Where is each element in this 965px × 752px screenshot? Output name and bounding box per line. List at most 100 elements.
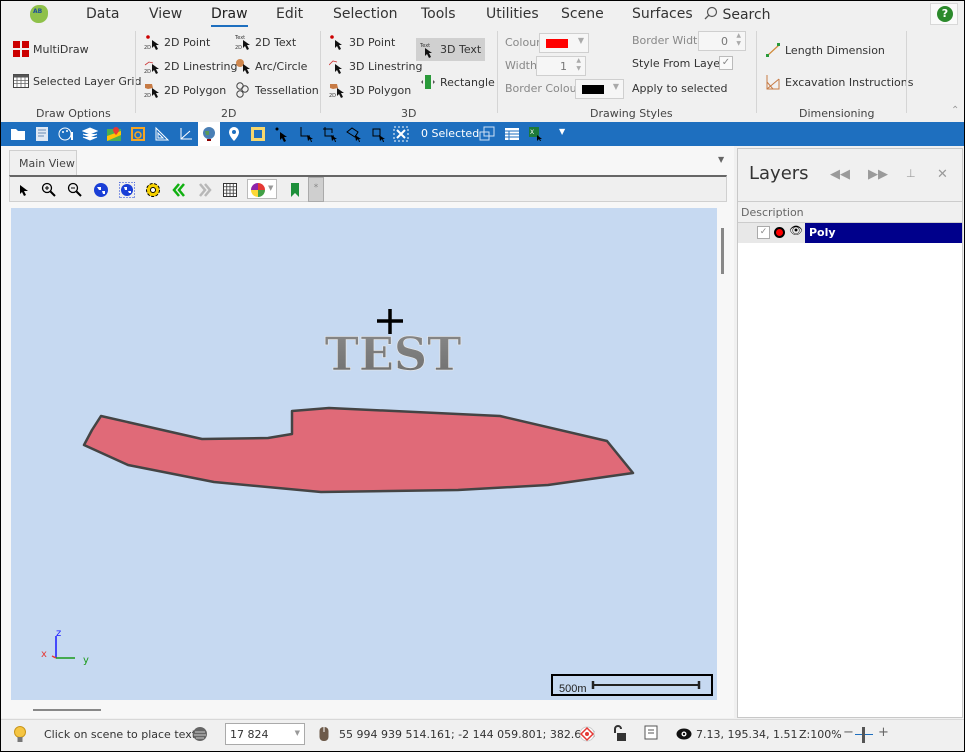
group-label-dimensioning: Dimensioning <box>799 107 875 120</box>
excavation-instructions-button[interactable]: Excavation Instructions <box>765 74 913 90</box>
vertical-scrollbar[interactable] <box>721 228 724 274</box>
location-pin-icon[interactable] <box>226 126 242 142</box>
horizontal-scrollbar[interactable] <box>33 709 101 711</box>
collapse-ribbon-icon[interactable]: ⌃ <box>951 105 959 116</box>
bookmark-icon[interactable] <box>287 182 303 198</box>
3d-text-button[interactable]: Text 3D Text <box>416 38 486 61</box>
multidraw-button[interactable]: MultiDraw <box>13 41 89 57</box>
measure-angle-icon[interactable] <box>154 126 170 142</box>
unlock-icon[interactable] <box>613 725 627 743</box>
zoom-to-selection-icon[interactable] <box>479 126 495 142</box>
palette-icon[interactable] <box>58 126 74 142</box>
svg-text:X: X <box>530 129 534 136</box>
2d-text-button[interactable]: Text 2D 2D Text <box>235 34 296 50</box>
3d-scene-canvas[interactable]: TEST z x y 500m <box>11 208 717 700</box>
next-view-icon[interactable] <box>197 182 213 198</box>
more-tools-button[interactable]: * <box>308 177 324 202</box>
snap-icon[interactable] <box>579 726 595 742</box>
selected-layer-grid-button[interactable]: Selected Layer Grid <box>13 73 141 89</box>
colour-picker[interactable]: ▼ <box>539 33 589 53</box>
menu-surfaces[interactable]: Surfaces <box>632 6 693 22</box>
3d-linestring-icon <box>329 60 342 74</box>
zoom-out-button[interactable]: − <box>843 725 854 740</box>
2d-polygon-button[interactable]: 2D 2D Polygon <box>144 82 226 98</box>
search-button[interactable]: Search <box>704 6 771 23</box>
width-spinner[interactable]: 1 ▲ ▼ <box>536 56 586 76</box>
layer-visible-checkbox[interactable]: ✓ <box>757 226 770 239</box>
epsg-dropdown[interactable]: 17 824 ▼ <box>225 723 305 745</box>
map-pin-icon[interactable] <box>106 126 122 142</box>
menu-edit[interactable]: Edit <box>276 6 303 22</box>
ribbon-separator <box>135 31 136 113</box>
grid-toggle-icon[interactable] <box>222 182 238 198</box>
border-width-spinner[interactable]: 0 ▲ ▼ <box>698 31 746 51</box>
menu-view[interactable]: View <box>149 6 182 22</box>
layers-icon[interactable] <box>82 126 98 142</box>
eye-icon[interactable]: 👁 <box>789 224 803 237</box>
menu-data[interactable]: Data <box>86 6 119 22</box>
axis-icon[interactable] <box>178 126 194 142</box>
colour-label: Colour <box>505 36 541 49</box>
layer-row[interactable]: ✓ 👁 Poly <box>738 223 962 243</box>
comment-icon[interactable] <box>644 725 658 743</box>
3d-polygon-icon: 2D <box>329 84 344 98</box>
3d-linestring-button[interactable]: 3D Linestring <box>329 58 422 74</box>
2d-point-button[interactable]: 2D 2D Point <box>144 34 210 50</box>
menu-scene[interactable]: Scene <box>561 6 604 22</box>
menu-selection[interactable]: Selection <box>333 6 398 22</box>
border-colour-picker[interactable]: ▼ <box>575 79 624 99</box>
layer-name[interactable]: Poly <box>805 223 962 243</box>
close-icon[interactable]: ✕ <box>937 167 948 182</box>
menu-draw[interactable]: Draw <box>211 6 248 27</box>
help-button[interactable]: ? <box>930 3 958 25</box>
tessellation-button[interactable]: Tessellation <box>235 82 319 98</box>
globe-button[interactable] <box>198 122 220 146</box>
2d-linestring-button[interactable]: 2D 2D Linestring <box>144 58 237 74</box>
attribute-table-icon[interactable] <box>504 126 520 142</box>
lightbulb-icon <box>14 726 26 742</box>
app-logo-icon[interactable]: AB <box>30 5 48 23</box>
menu-utilities[interactable]: Utilities <box>486 6 539 22</box>
tab-main-view[interactable]: Main View <box>9 150 77 175</box>
column-header-description[interactable]: Description <box>738 201 962 223</box>
zoom-full-globe-icon[interactable] <box>119 182 135 198</box>
style-from-layer-checkbox[interactable]: ✓ <box>719 56 733 70</box>
select-vertex-icon[interactable] <box>322 126 338 142</box>
pointer-icon[interactable] <box>16 182 32 198</box>
settings-gear-icon[interactable] <box>145 182 161 198</box>
open-folder-icon[interactable] <box>10 126 26 142</box>
zoom-in-icon[interactable] <box>41 182 57 198</box>
zoom-slider-thumb[interactable] <box>862 727 865 743</box>
pin-icon[interactable]: ⊥ <box>906 167 916 180</box>
menu-tools[interactable]: Tools <box>421 6 456 22</box>
arc-circle-button[interactable]: Arc/Circle <box>235 58 307 74</box>
frame-icon[interactable] <box>250 126 266 142</box>
zoom-slider[interactable] <box>855 727 873 743</box>
select-rectangle-icon[interactable] <box>370 126 386 142</box>
3d-point-button[interactable]: 3D Point <box>329 34 395 50</box>
projection-icon[interactable] <box>192 726 208 742</box>
collapse-left-icon[interactable]: ◀◀ <box>830 167 850 182</box>
apply-to-selected-button[interactable]: Apply to selected <box>632 82 728 95</box>
zoom-in-button[interactable]: + <box>878 725 889 740</box>
scene-text-label[interactable]: TEST <box>324 327 462 382</box>
chevron-down-icon: ▼ <box>577 36 584 45</box>
tab-list-dropdown-icon[interactable]: ▼ <box>718 155 724 164</box>
report-icon[interactable] <box>34 126 50 142</box>
select-point-icon[interactable] <box>274 126 290 142</box>
expand-right-icon[interactable]: ▶▶ <box>868 167 888 182</box>
zoom-out-icon[interactable] <box>67 182 83 198</box>
clear-selection-icon[interactable] <box>393 126 409 142</box>
render-mode-dropdown[interactable]: ▼ <box>247 179 277 199</box>
3d-polygon-button[interactable]: 2D 3D Polygon <box>329 82 411 98</box>
rectangle-button[interactable]: Rectangle <box>420 74 495 90</box>
previous-view-icon[interactable] <box>171 182 187 198</box>
polygon-feature[interactable] <box>82 406 635 494</box>
select-polygon-icon[interactable] <box>346 126 362 142</box>
select-crop-icon[interactable] <box>298 126 314 142</box>
bounding-box-icon[interactable] <box>130 126 146 142</box>
zoom-extent-globe-icon[interactable] <box>93 182 109 198</box>
toolbar-overflow-icon[interactable]: ▼ <box>559 127 565 136</box>
length-dimension-button[interactable]: Length Dimension <box>765 42 885 58</box>
export-excel-icon[interactable]: X <box>528 126 544 142</box>
